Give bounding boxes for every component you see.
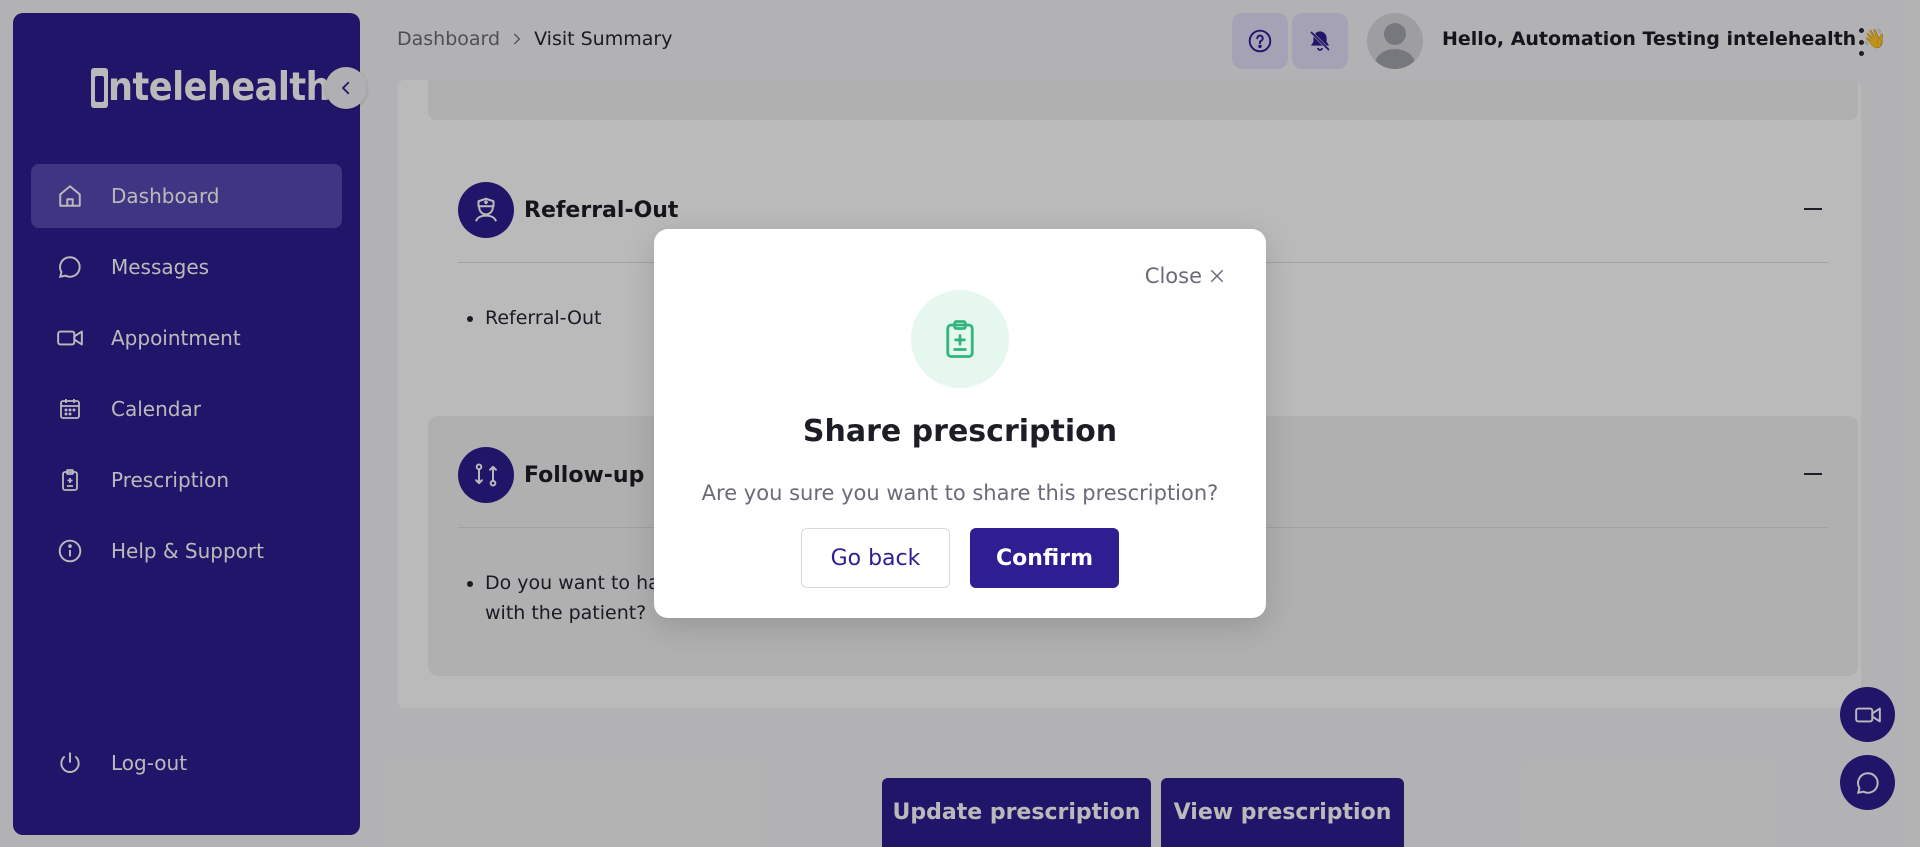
prescription-icon-circle (911, 290, 1009, 388)
dialog-title: Share prescription (802, 414, 1118, 449)
confirm-button[interactable]: Confirm (970, 528, 1119, 588)
close-label: Close (1144, 264, 1202, 288)
go-back-button[interactable]: Go back (801, 528, 950, 588)
dialog-message: Are you sure you want to share this pres… (701, 481, 1219, 505)
share-prescription-dialog: Close Share prescription Are you sure yo… (654, 229, 1266, 618)
close-icon (1211, 270, 1223, 282)
close-button[interactable]: Close (1145, 264, 1226, 288)
clipboard-icon (946, 320, 974, 358)
